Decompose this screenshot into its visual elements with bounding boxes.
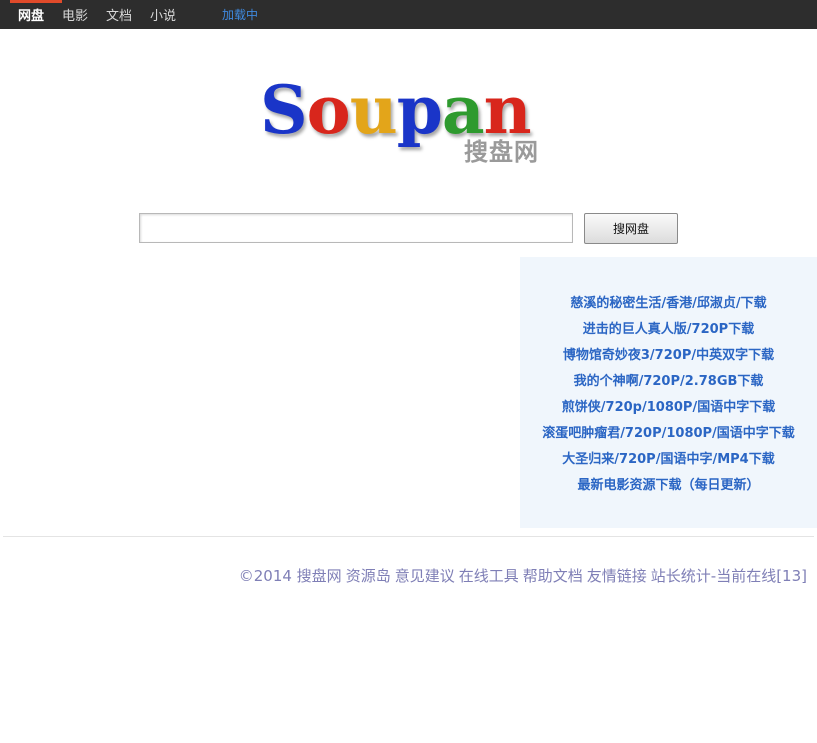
- footer-link-feedback[interactable]: 意见建议: [395, 567, 455, 585]
- hot-link[interactable]: 煎饼侠/720p/1080P/国语中字下载: [520, 395, 817, 421]
- search-button[interactable]: 搜网盘: [584, 213, 678, 244]
- footer-link-online-tools[interactable]: 在线工具: [459, 567, 519, 585]
- footer: ©2014 搜盘网 资源岛 意见建议 在线工具 帮助文档 友情链接 站长统计-当前在线[13…: [239, 565, 807, 586]
- loading-status: 加载中: [222, 8, 259, 22]
- hot-link[interactable]: 我的个神啊/720P/2.78GB下载: [520, 369, 817, 395]
- nav-item-netdisk[interactable]: 网盘: [9, 0, 63, 29]
- footer-link-resource-island[interactable]: 资源岛: [346, 567, 391, 585]
- logo-letter: u: [349, 71, 398, 149]
- nav-item-movies[interactable]: 电影: [62, 0, 88, 29]
- hot-link[interactable]: 最新电影资源下载（每日更新）: [520, 473, 817, 499]
- footer-divider: [3, 536, 814, 537]
- nav-item-docs[interactable]: 文档: [106, 0, 132, 29]
- footer-online-count: -当前在线[13]: [710, 567, 807, 585]
- nav-item-novels[interactable]: 小说: [150, 0, 176, 29]
- hot-links-list: 慈溪的秘密生活/香港/邱淑贞/下载 进击的巨人真人版/720P下载 博物馆奇妙夜…: [520, 291, 817, 499]
- logo-letter: o: [306, 71, 351, 149]
- footer-link-help-docs[interactable]: 帮助文档: [523, 567, 583, 585]
- hot-link[interactable]: 滚蛋吧肿瘤君/720P/1080P/国语中字下载: [520, 421, 817, 447]
- hot-link[interactable]: 慈溪的秘密生活/香港/邱淑贞/下载: [520, 291, 817, 317]
- hot-link[interactable]: 博物馆奇妙夜3/720P/中英双字下载: [520, 343, 817, 369]
- hot-links-panel: 慈溪的秘密生活/香港/邱淑贞/下载 进击的巨人真人版/720P下载 博物馆奇妙夜…: [520, 257, 817, 528]
- logo-letter: S: [260, 71, 308, 149]
- footer-link-friend-links[interactable]: 友情链接: [587, 567, 647, 585]
- top-nav: 网盘 电影 文档 小说 加载中: [0, 0, 817, 29]
- site-logo: Soupan 搜盘网: [260, 72, 560, 172]
- search-input[interactable]: [139, 213, 573, 243]
- footer-copyright[interactable]: ©2014 搜盘网: [239, 567, 342, 585]
- hot-link[interactable]: 进击的巨人真人版/720P下载: [520, 317, 817, 343]
- hot-link[interactable]: 大圣归来/720P/国语中字/MP4下载: [520, 447, 817, 473]
- logo-subtitle: 搜盘网: [464, 138, 539, 166]
- logo-letter: p: [396, 71, 443, 149]
- footer-link-site-stats[interactable]: 站长统计: [651, 567, 711, 585]
